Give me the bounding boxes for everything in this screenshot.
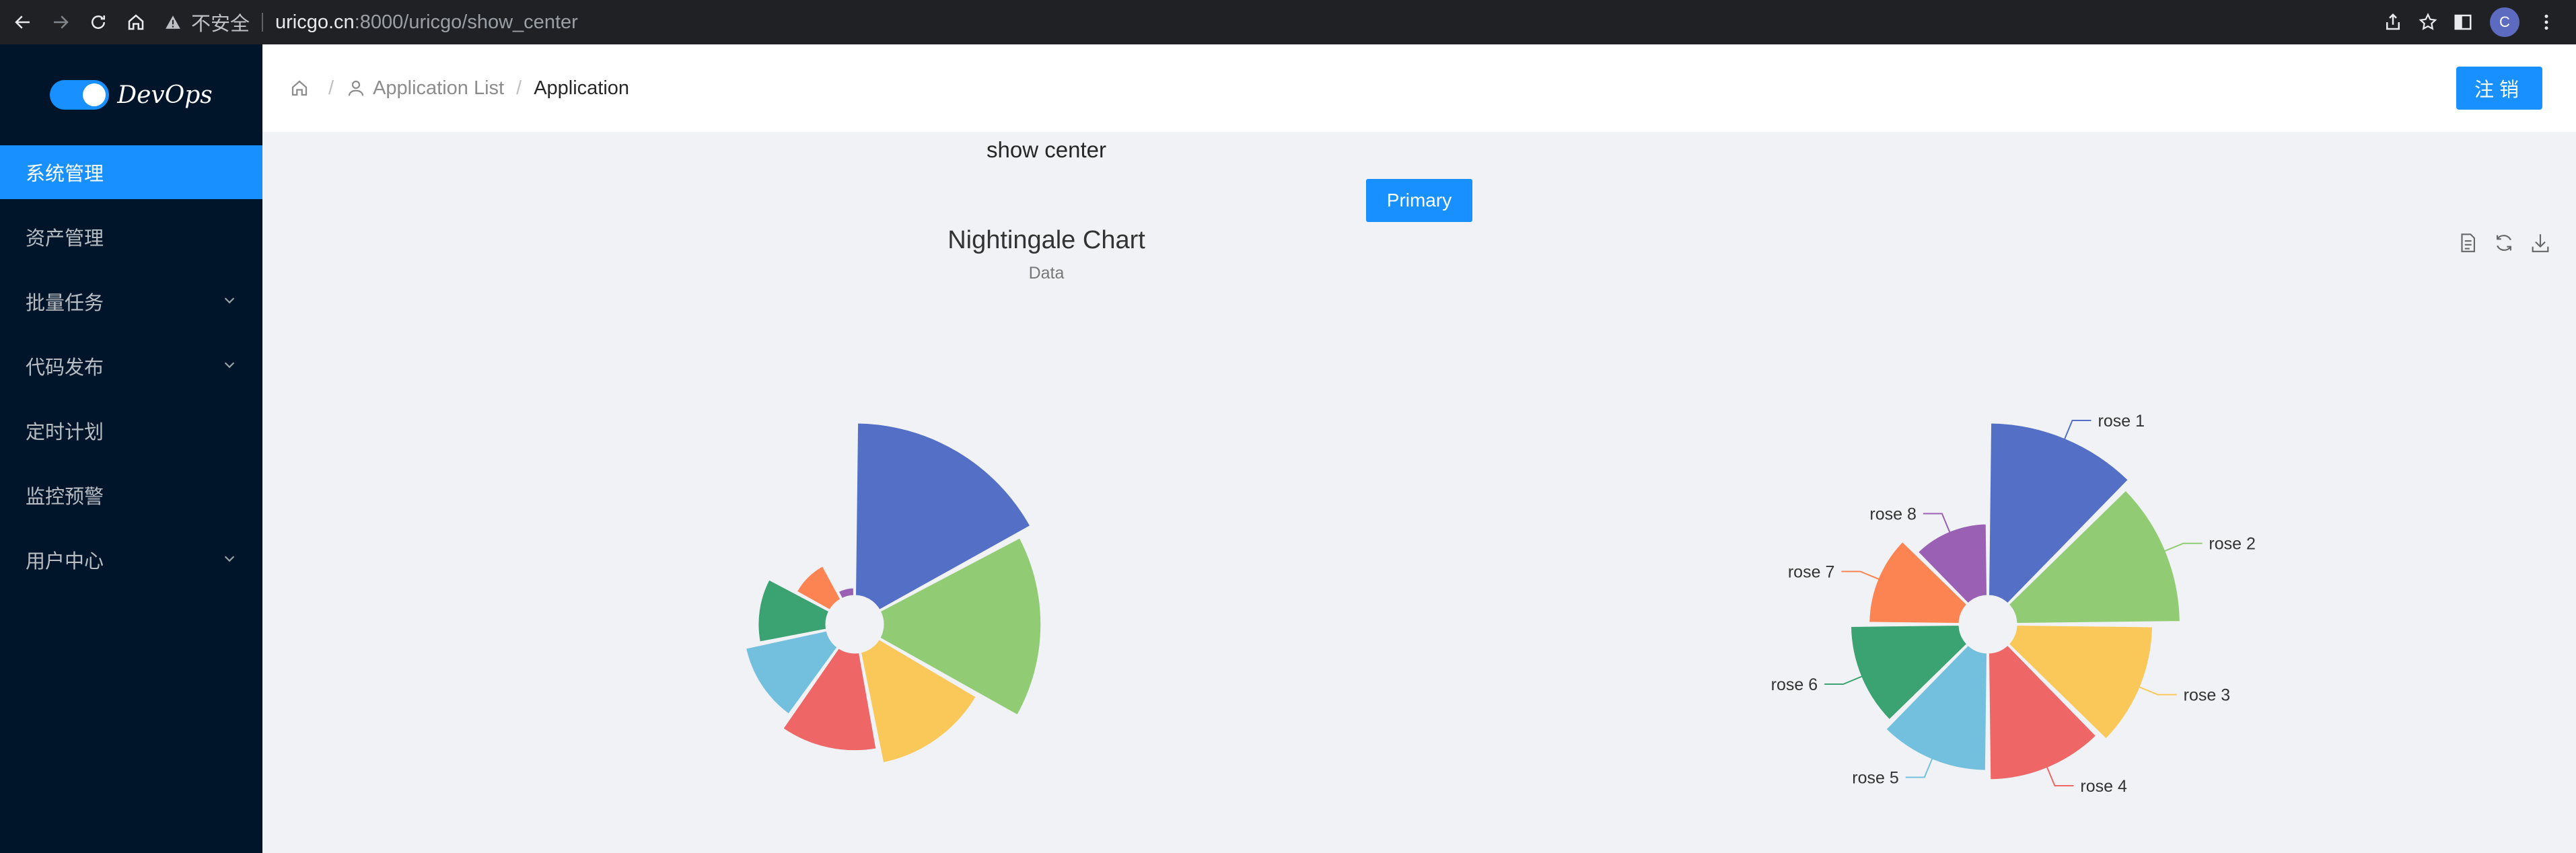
sidebar-item-label: 系统管理 bbox=[26, 163, 104, 185]
sidebar-item-2[interactable]: 资产管理 bbox=[0, 210, 262, 264]
sidebar-menu: 系统管理资产管理批量任务代码发布定时计划监控预警用户中心 bbox=[0, 145, 262, 587]
top-header: / Application List / Application 注销 bbox=[262, 44, 2576, 132]
slice-label: rose 8 bbox=[1869, 505, 1916, 524]
breadcrumb-label: Application List bbox=[373, 77, 505, 99]
sidebar-item-1[interactable]: 系统管理 bbox=[0, 145, 262, 199]
slice-label: rose 3 bbox=[2184, 686, 2230, 705]
logo-toggle-icon bbox=[50, 80, 110, 110]
sidebar-item-3[interactable]: 批量任务 bbox=[0, 274, 262, 328]
home-icon bbox=[291, 80, 308, 96]
sidebar-item-5[interactable]: 定时计划 bbox=[0, 404, 262, 457]
profile-avatar[interactable]: C bbox=[2490, 7, 2519, 37]
sidebar: DevOps 系统管理资产管理批量任务代码发布定时计划监控预警用户中心 bbox=[0, 44, 262, 853]
browser-right-tools: C bbox=[2375, 5, 2564, 39]
sidebar-item-label: 用户中心 bbox=[26, 551, 104, 572]
forward-button[interactable] bbox=[46, 7, 75, 37]
more-vertical-icon bbox=[2544, 14, 2548, 30]
chart-subtitle: Data bbox=[1028, 264, 1065, 283]
chevron-down-icon bbox=[222, 355, 237, 377]
slice-label: rose 4 bbox=[2080, 777, 2127, 796]
rose-chart-2: rose 1 rose 2 rose 3 rose 4 rose 5 rose 6 rose… bbox=[1771, 412, 2256, 796]
side-panel-icon bbox=[2454, 14, 2472, 30]
reload-button[interactable] bbox=[83, 7, 113, 37]
share-icon bbox=[2386, 13, 2400, 30]
browser-menu-button[interactable] bbox=[2529, 5, 2564, 39]
rose-chart-1 bbox=[744, 421, 1043, 765]
sidebar-item-label: 监控预警 bbox=[26, 486, 104, 508]
restore-button[interactable] bbox=[2486, 228, 2522, 258]
user-icon bbox=[348, 80, 364, 96]
sidebar-item-4[interactable]: 代码发布 bbox=[0, 339, 262, 393]
home-button[interactable] bbox=[121, 7, 151, 37]
logout-button[interactable]: 注销 bbox=[2456, 67, 2542, 110]
primary-button[interactable]: Primary bbox=[1366, 179, 1472, 222]
page-title: show center bbox=[987, 137, 1106, 162]
url-host: uricgo.cn bbox=[275, 11, 355, 33]
url-path: :8000/uricgo/show_center bbox=[354, 11, 578, 33]
sidebar-item-7[interactable]: 用户中心 bbox=[0, 533, 262, 587]
sidebar-item-label: 代码发布 bbox=[26, 357, 104, 379]
security-indicator[interactable]: 不安全 bbox=[164, 8, 250, 36]
slice-label: rose 6 bbox=[1771, 675, 1818, 694]
back-arrow-icon bbox=[15, 15, 30, 29]
slice-label: rose 5 bbox=[1852, 768, 1898, 787]
sidebar-item-label: 批量任务 bbox=[26, 293, 104, 314]
breadcrumb-separator: / bbox=[328, 77, 334, 99]
browser-toolbar: 不安全 uricgo.cn:8000/uricgo/show_center C bbox=[0, 0, 2576, 44]
warning-triangle-icon bbox=[166, 15, 180, 29]
slice-label: rose 7 bbox=[1788, 562, 1834, 581]
sidebar-item-6[interactable]: 监控预警 bbox=[0, 468, 262, 522]
address-divider bbox=[262, 13, 264, 32]
reload-icon bbox=[92, 15, 105, 29]
breadcrumb-separator: / bbox=[516, 77, 522, 99]
side-panel-button[interactable] bbox=[2445, 5, 2480, 39]
home-icon bbox=[128, 14, 144, 30]
app-logo[interactable]: DevOps bbox=[0, 44, 262, 145]
logo-text: DevOps bbox=[117, 81, 213, 109]
forward-arrow-icon bbox=[54, 15, 69, 29]
chart-title: Nightingale Chart bbox=[947, 226, 1145, 254]
document-icon bbox=[2461, 233, 2475, 252]
rose-slice-8[interactable] bbox=[836, 586, 855, 601]
share-button[interactable] bbox=[2375, 5, 2410, 39]
sidebar-item-label: 定时计划 bbox=[26, 422, 104, 443]
save-image-button[interactable] bbox=[2522, 228, 2559, 258]
bookmark-button[interactable] bbox=[2410, 5, 2445, 39]
download-icon bbox=[2532, 234, 2549, 252]
slice-label: rose 2 bbox=[2209, 535, 2255, 554]
address-bar[interactable]: 不安全 uricgo.cn:8000/uricgo/show_center bbox=[164, 5, 2375, 39]
main-content: rose 1 rose 2 rose 3 rose 4 rose 5 rose 6 rose… bbox=[262, 132, 2576, 853]
breadcrumb-current: Application bbox=[534, 77, 630, 99]
back-button[interactable] bbox=[8, 7, 38, 37]
slice-label: rose 1 bbox=[2098, 412, 2145, 431]
sidebar-item-label: 资产管理 bbox=[26, 228, 104, 250]
chevron-down-icon bbox=[222, 291, 237, 313]
chevron-down-icon bbox=[222, 549, 237, 571]
refresh-icon bbox=[2497, 235, 2511, 251]
star-icon bbox=[2419, 13, 2437, 30]
chart-toolbox bbox=[2449, 228, 2559, 258]
data-view-button[interactable] bbox=[2449, 228, 2486, 258]
breadcrumb: / Application List / Application bbox=[289, 77, 629, 100]
security-label: 不安全 bbox=[191, 13, 250, 35]
breadcrumb-application-list[interactable]: Application List bbox=[346, 77, 504, 100]
breadcrumb-home[interactable] bbox=[289, 78, 316, 98]
